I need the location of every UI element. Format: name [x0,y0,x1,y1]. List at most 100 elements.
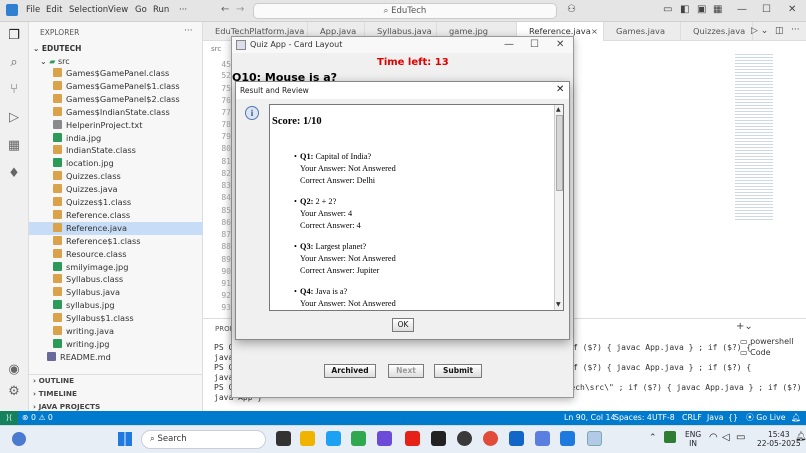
tab-quizzes[interactable]: Quizzes.java [681,22,753,41]
toggle-sidebar-icon[interactable]: ◧ [680,4,689,15]
file-item[interactable]: syllabus.jpg [29,299,203,312]
explorer-more-icon[interactable]: ··· [184,26,193,36]
quiz-window-titlebar[interactable]: Quiz App - Card Layout — ☐ ✕ [232,37,573,53]
file-item[interactable]: Syllabus.java [29,286,203,299]
src-folder[interactable]: ⌄ ▰ src [40,57,70,66]
battery-icon[interactable]: ▭ [736,432,745,443]
customize-layout-icon[interactable]: ▦ [713,4,722,15]
account-icon[interactable]: ◉ [6,362,22,378]
split-editor-icon[interactable]: ◫ [775,26,784,36]
language-mode[interactable]: Java [707,411,723,425]
manage-gear-icon[interactable]: ⚙ [6,384,22,400]
file-item[interactable]: Reference$1.class [29,235,203,248]
java-projects-section[interactable]: › JAVA PROJECTS [33,402,100,411]
widgets-icon[interactable] [12,432,26,446]
menu-run[interactable]: Run [153,5,169,15]
source-control-icon[interactable]: ⑂ [6,82,22,98]
tray-app-icon[interactable] [664,431,676,443]
file-item[interactable]: Quizzes.java [29,183,203,196]
menu-selection[interactable]: Selection [69,5,108,15]
dialog-titlebar[interactable]: Result and Review ✕ [236,82,569,99]
teams-icon[interactable] [326,431,341,446]
file-item[interactable]: india.jpg [29,132,203,145]
language-indicator[interactable]: ENG IN [685,430,701,448]
outlook-icon[interactable] [509,431,524,446]
tab-games[interactable]: Games.java [604,22,681,41]
layout-panel-icon[interactable]: ▭ [663,4,672,15]
windows-start-icon[interactable] [118,432,132,446]
problems-count[interactable]: ⊗ 0 ⚠ 0 [22,411,53,425]
show-hidden-icons[interactable]: ⌃ [649,433,657,443]
edge-icon[interactable] [351,431,366,446]
run-icon[interactable]: ▷ ⌄ [751,26,768,36]
wifi-icon[interactable]: ◠ [709,432,718,443]
toggle-panel-icon[interactable]: ▣ [697,4,706,15]
quiz-maximize-icon[interactable]: ☐ [530,39,539,50]
file-item[interactable]: writing.jpg [29,338,203,351]
next-button[interactable]: Next [388,364,424,378]
python-icon[interactable]: ♦ [6,166,22,182]
quiz-minimize-icon[interactable]: — [504,39,514,50]
minimap[interactable] [735,52,773,222]
back-arrow-icon[interactable]: ← [221,4,229,15]
file-item[interactable]: Syllabus$1.class [29,312,203,325]
file-item[interactable]: Quizzes$1.class [29,196,203,209]
file-item[interactable]: Reference.java [29,221,203,235]
go-live-button[interactable]: ⦿ Go Live [746,411,786,425]
task-view-icon[interactable] [276,431,291,446]
command-search-box[interactable]: ⌕ EduTech [253,3,557,19]
remote-icon[interactable]: ⟩⟨ [0,411,18,425]
menu-view[interactable]: View [108,5,128,15]
copilot-app-icon[interactable] [535,431,550,446]
timeline-section[interactable]: › TIMELINE [33,389,77,398]
menu-file[interactable]: File [26,5,40,15]
file-explorer-icon[interactable] [300,431,315,446]
file-item[interactable]: Games$GamePanel$2.class [29,93,203,106]
notifications-bell-icon[interactable]: 🔔︎ [791,411,801,425]
cursor-position[interactable]: Ln 90, Col 14 [564,411,615,425]
file-item[interactable]: Syllabus.class [29,273,203,286]
file-item[interactable]: Reference.class [29,209,203,222]
file-item[interactable]: README.md [29,351,203,364]
submit-button[interactable]: Submit [434,364,482,378]
archived-button[interactable]: Archived [324,364,376,378]
menu-more[interactable]: ··· [179,5,187,15]
breadcrumb[interactable]: src [211,45,221,53]
copilot-icon[interactable]: ⚇ [567,4,576,15]
file-item[interactable]: Resource.class [29,248,203,261]
scrollbar-thumb[interactable] [556,115,563,191]
game-app-icon[interactable] [431,431,446,446]
file-encoding[interactable]: UTF-8 [652,411,675,425]
line-ending[interactable]: CRLF [682,411,702,425]
taskbar-search[interactable]: ⌕ Search [141,430,266,449]
java-app-taskbar-icon[interactable] [587,431,602,446]
store-icon[interactable] [377,431,392,446]
explorer-icon[interactable]: ❐ [6,28,22,44]
youtube-icon[interactable] [405,431,420,446]
run-debug-icon[interactable]: ▷ [6,110,22,126]
search-icon[interactable]: ⌕ [6,55,22,71]
indent-spaces[interactable]: Spaces: 4 [614,411,652,425]
ok-button[interactable]: OK [392,318,414,332]
project-folder[interactable]: ⌄ EDUTECH [33,44,81,53]
file-item[interactable]: Games$IndianState.class [29,106,203,119]
chrome-icon[interactable] [483,431,498,446]
forward-arrow-icon[interactable]: → [236,4,244,15]
quiz-close-icon[interactable]: ✕ [556,39,564,50]
minimize-icon[interactable]: — [737,4,747,15]
close-icon[interactable]: ✕ [788,4,796,15]
maximize-icon[interactable]: ☐ [762,4,771,15]
menu-go[interactable]: Go [135,5,147,15]
new-terminal-icon[interactable]: +⌄ [736,321,753,332]
file-item[interactable]: IndianState.class [29,144,203,157]
file-item[interactable]: HelperinProject.txt [29,119,203,132]
file-item[interactable]: location.jpg [29,157,203,170]
editor-more-icon[interactable]: ··· [791,25,800,35]
menu-edit[interactable]: Edit [46,5,62,15]
vscode-taskbar-icon[interactable] [560,431,575,446]
file-item[interactable]: Games$GamePanel.class [29,67,203,80]
braces-icon[interactable]: {} [728,411,738,425]
extensions-icon[interactable]: ▦ [6,138,22,154]
file-item[interactable]: Games$GamePanel$1.class [29,80,203,93]
dialog-close-icon[interactable]: ✕ [556,84,564,95]
